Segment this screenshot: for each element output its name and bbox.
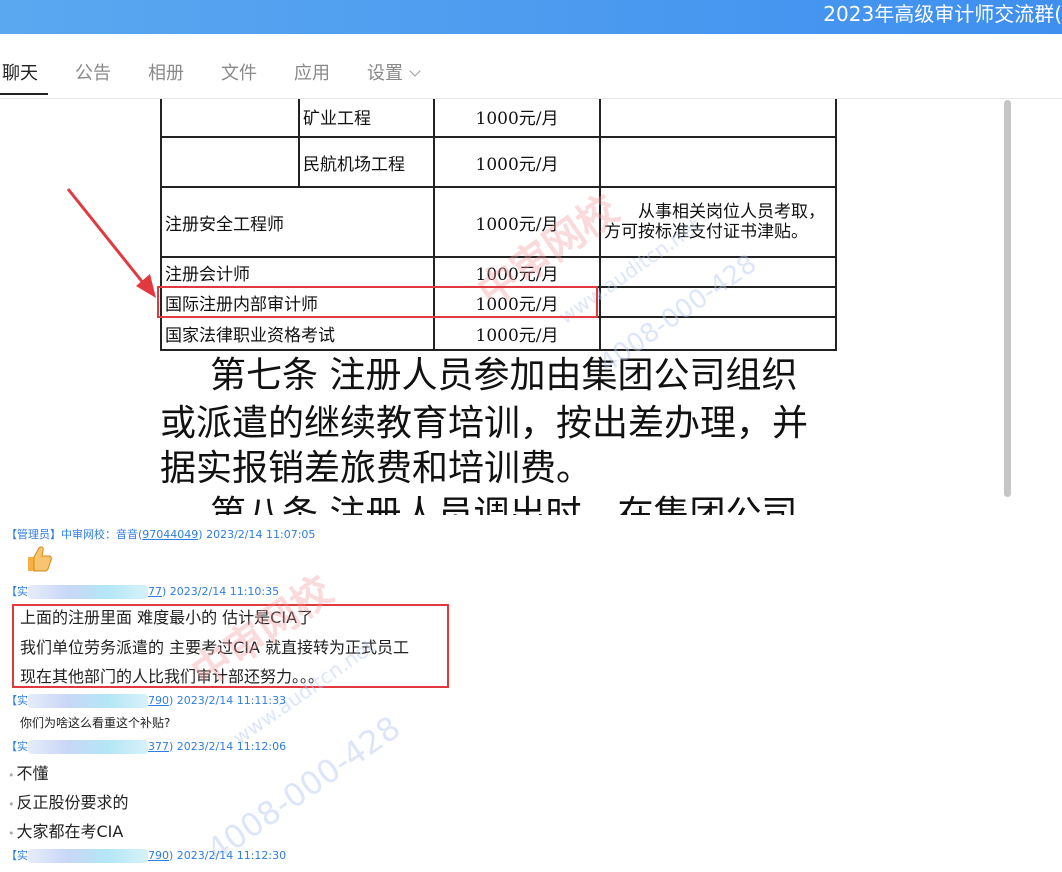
bullet-icon: • bbox=[8, 798, 15, 811]
message-time: 2023/2/14 11:12:06 bbox=[176, 740, 287, 753]
sender-name: 中审网校：音音( bbox=[61, 528, 143, 541]
message-line: • 不懂 bbox=[8, 760, 49, 784]
bullet-icon: • bbox=[8, 827, 15, 840]
role-badge: 【管理员】 bbox=[6, 528, 61, 541]
sender-id-link[interactable]: 790 bbox=[148, 694, 169, 707]
message-time: 2023/2/14 11:07:05 bbox=[206, 528, 316, 541]
sender-id-suffix: ) bbox=[198, 528, 203, 541]
bullet-icon: • bbox=[8, 769, 15, 782]
message-header: 【实 790) 2023/2/14 11:12:30 bbox=[6, 847, 286, 863]
message-header: 【管理员】中审网校：音音(97044049) 2023/2/14 11:07:0… bbox=[6, 526, 315, 542]
thumbs-up-icon[interactable] bbox=[22, 543, 54, 575]
sender-id-suffix: ) bbox=[169, 740, 174, 753]
sender-id-link[interactable]: 790 bbox=[148, 849, 169, 862]
message-time: 2023/2/14 11:10:35 bbox=[169, 585, 280, 598]
highlight-box-message bbox=[12, 604, 449, 688]
role-badge: 【实 bbox=[6, 694, 28, 707]
sender-id-link[interactable]: 97044049 bbox=[142, 528, 198, 541]
blurred-sender-name bbox=[28, 585, 148, 599]
sender-id-suffix: ) bbox=[169, 694, 174, 707]
message-time: 2023/2/14 11:12:30 bbox=[176, 849, 287, 862]
message-line-text: 反正股份要求的 bbox=[16, 793, 129, 812]
message-line: 你们为啥这么看重这个补贴? bbox=[20, 716, 171, 730]
message-line: • 大家都在考CIA bbox=[8, 818, 123, 842]
role-badge: 【实 bbox=[6, 585, 28, 598]
blurred-sender-name bbox=[28, 694, 148, 708]
blurred-sender-name bbox=[28, 849, 148, 863]
role-badge: 【实 bbox=[6, 849, 28, 862]
message-line-text: 大家都在考CIA bbox=[16, 822, 124, 841]
message-header: 【实 790) 2023/2/14 11:11:33 bbox=[6, 692, 286, 708]
message-header: 【实 377) 2023/2/14 11:12:06 bbox=[6, 738, 286, 754]
message-header: 【实 77) 2023/2/14 11:10:35 bbox=[6, 583, 279, 599]
sender-id-suffix: ) bbox=[169, 849, 174, 862]
sender-id-link[interactable]: 377 bbox=[148, 740, 169, 753]
sender-id-link[interactable]: 77 bbox=[148, 585, 162, 598]
message-time: 2023/2/14 11:11:33 bbox=[176, 694, 287, 707]
sender-id-suffix: ) bbox=[162, 585, 167, 598]
role-badge: 【实 bbox=[6, 740, 28, 753]
message-line: • 反正股份要求的 bbox=[8, 789, 129, 813]
message-line-text: 不懂 bbox=[16, 764, 49, 783]
blurred-sender-name bbox=[28, 740, 148, 754]
